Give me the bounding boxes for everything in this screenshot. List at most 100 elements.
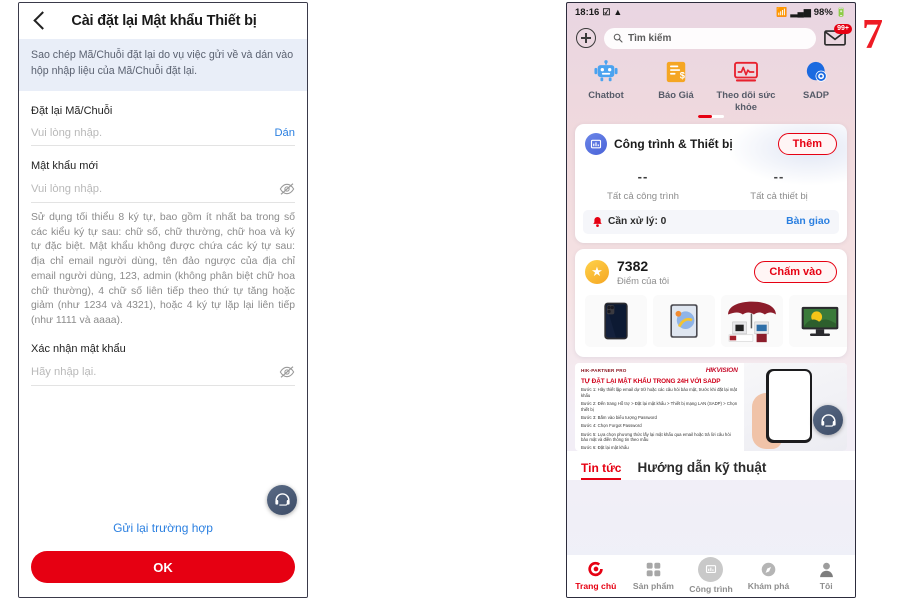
quick-actions-row: Chatbot $ Báo Giá Theo dõi sức khỏe SADP (567, 55, 855, 113)
tab-tin-tuc[interactable]: Tin tức (581, 461, 622, 480)
page-title: Cài đặt lại Mật khẩu Thiết bị (71, 13, 257, 29)
device-stats-row: -- Tất cả công trình -- Tất cả thiết bị (575, 159, 847, 210)
quick-action-sadp[interactable]: SADP (781, 59, 851, 113)
banner-step: Bước 2: Đến trang Hỗ trợ > Đặt lại mật k… (581, 401, 738, 412)
stat-all-devices[interactable]: -- Tất cả thiết bị (711, 169, 847, 202)
top-search-bar: Tìm kiếm 99+ (567, 21, 855, 55)
plus-circle-icon[interactable] (576, 28, 596, 48)
hik-partner-logo: HIK-PARTNER PRO (581, 367, 627, 373)
hikvision-logo: HIKVISION (705, 366, 738, 374)
nav-label: Sản phẩm (632, 581, 674, 591)
quick-action-bao-gia[interactable]: $ Báo Giá (641, 59, 711, 113)
quick-action-label: Theo dõi sức khỏe (716, 89, 776, 112)
compass-icon (759, 559, 779, 579)
building-device-icon (585, 132, 607, 155)
promo-banner[interactable]: HIK-PARTNER PRO HIKVISION TỰ ĐẶT LẠI MẬT… (575, 362, 847, 451)
left-header-bar: Cài đặt lại Mật khẩu Thiết bị (19, 3, 307, 39)
quick-action-label: SADP (802, 89, 830, 100)
nav-item-kham-pha[interactable]: Khám phá (740, 559, 798, 591)
stat-all-projects[interactable]: -- Tất cả công trình (575, 169, 711, 202)
nav-label: Khám phá (747, 581, 790, 591)
phone-screen-illustration (768, 371, 810, 440)
status-time: 18:16 (575, 6, 600, 18)
quick-action-theo-doi-suc-khoe[interactable]: Theo dõi sức khỏe (711, 59, 781, 113)
search-input[interactable]: Tìm kiếm (604, 27, 816, 49)
user-person-icon (816, 559, 836, 579)
eye-off-icon[interactable] (279, 182, 295, 196)
password-rules-text: Sử dụng tối thiểu 8 ký tự, bao gồm ít nh… (31, 211, 295, 327)
iphone-thumb[interactable] (585, 294, 647, 347)
warning-triangle-icon: ▲ (613, 6, 623, 17)
headset-support-icon[interactable] (267, 484, 297, 515)
device-card-title: Công trình & Thiết bị (614, 136, 733, 151)
points-subtitle: Điểm của tôi (617, 274, 670, 286)
resend-case-link[interactable]: Gửi lại trường hợp (19, 521, 307, 535)
pager-thumb (698, 114, 712, 118)
ok-button[interactable]: OK (31, 551, 295, 583)
nav-item-trang-chu[interactable]: Trang chủ (567, 559, 625, 591)
monitor-thumb[interactable] (789, 294, 847, 347)
banner-step: Bước 5: Lựa chọn phương thức lấy lại mật… (581, 431, 731, 443)
reset-code-input[interactable] (31, 126, 269, 139)
annotation-marker-7: 7 (862, 12, 883, 58)
project-building-icon (698, 556, 724, 582)
stat-label: Tất cả thiết bị (750, 190, 808, 202)
phone-illustration (766, 368, 813, 443)
back-chevron-icon[interactable] (29, 10, 51, 32)
bottom-navigation: Trang chủ Sản phẩm Công trình Khám phá T… (567, 555, 855, 597)
battery-icon: 🔋 (835, 6, 847, 17)
ipad-thumb[interactable] (653, 294, 715, 347)
quick-action-chatbot[interactable]: Chatbot (571, 59, 641, 113)
banner-step: Bước 3: Bấm vào biểu tượng Password (581, 414, 657, 420)
tab-huong-dan-ky-thuat[interactable]: Hướng dẫn kỹ thuật (637, 460, 766, 480)
new-password-label: Mật khẩu mới (31, 159, 99, 172)
banner-step: Bước 4: Chọn Forgot Password (581, 423, 642, 429)
pager-track (698, 114, 724, 118)
banner-step: Bước 6: Đặt lại mật khẩu (581, 445, 629, 451)
check-in-button[interactable]: Chấm vào (754, 260, 837, 283)
quick-action-label: Chatbot (588, 89, 624, 100)
stat-value: -- (773, 168, 785, 184)
paste-button[interactable]: Dán (268, 127, 295, 139)
new-password-input[interactable] (31, 182, 279, 195)
screenshot-stage: Cài đặt lại Mật khẩu Thiết bị Sao chép M… (0, 0, 900, 600)
left-phone-panel: Cài đặt lại Mật khẩu Thiết bị Sao chép M… (18, 2, 308, 598)
device-card-header: Công trình & Thiết bị Thêm (575, 123, 847, 186)
sadp-gear-icon (802, 59, 830, 85)
device-summary-card: Công trình & Thiết bị Thêm -- Tất cả côn… (575, 123, 847, 243)
nav-item-toi[interactable]: Tôi (797, 559, 855, 591)
banner-step: Bước 1: Hãy thiết lập email dự trữ hoặc … (581, 387, 737, 398)
confirm-password-input[interactable] (31, 365, 279, 378)
mail-icon[interactable]: 99+ (824, 24, 852, 47)
banner-text-side: HIK-PARTNER PRO HIKVISION TỰ ĐẶT LẠI MẬT… (575, 363, 744, 451)
left-form-body: Đặt lại Mã/Chuỗi Dán Mật khẩu mới Sử dụn… (19, 90, 307, 597)
umbrella-gift-thumb[interactable] (721, 294, 783, 347)
eye-off-icon[interactable] (279, 365, 295, 379)
reset-code-row: Dán (31, 126, 295, 146)
todo-text: Cần xử lý: 0 (608, 216, 667, 227)
signal-bars-icon: ▂▄▆ (790, 6, 811, 17)
nav-item-san-pham[interactable]: Sản phẩm (625, 559, 683, 591)
reward-thumbnails (575, 288, 847, 357)
confirm-password-label: Xác nhận mật khẩu (31, 342, 126, 355)
todo-bar[interactable]: Cần xử lý: 0 Bàn giao (583, 209, 839, 234)
status-bar: 18:16 ☑ ▲ 📶 ▂▄▆ 98% 🔋 (567, 3, 855, 21)
bell-icon (593, 216, 602, 227)
add-device-button[interactable]: Thêm (777, 132, 837, 155)
search-placeholder-text: Tìm kiếm (628, 32, 672, 44)
headset-support-icon[interactable] (813, 405, 843, 435)
wifi-icon: 📶 (776, 6, 788, 17)
nav-label: Trang chủ (575, 581, 617, 591)
nav-item-cong-trinh[interactable]: Công trình (682, 556, 740, 594)
status-right-group: 📶 ▂▄▆ 98% 🔋 (776, 7, 847, 18)
points-value: 7382 (617, 257, 649, 274)
nav-label: Công trình (689, 583, 733, 594)
search-icon (613, 33, 623, 43)
status-left-group: 18:16 ☑ ▲ (575, 7, 622, 18)
health-monitor-icon (732, 59, 760, 85)
right-phone-panel: 18:16 ☑ ▲ 📶 ▂▄▆ 98% 🔋 Tìm kiếm 99+ Chatb… (566, 2, 856, 598)
home-logo-icon (586, 559, 606, 579)
price-quote-icon: $ (662, 59, 690, 85)
news-tabs: Tin tức Hướng dẫn kỹ thuật (567, 450, 855, 480)
handover-link[interactable]: Bàn giao (786, 216, 830, 227)
